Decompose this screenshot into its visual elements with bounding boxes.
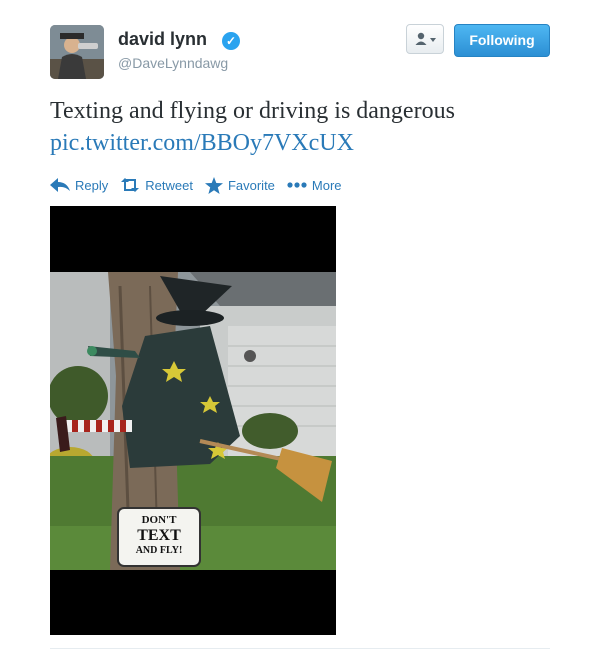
divider [50, 648, 550, 649]
user-handle[interactable]: @DaveLynndawg [118, 55, 228, 71]
reply-label: Reply [75, 177, 109, 193]
reply-icon [50, 178, 70, 192]
sign-line-2: TEXT [137, 527, 181, 544]
sign-line-1: DON'T [141, 514, 177, 526]
reply-button[interactable]: Reply [50, 178, 108, 193]
user-actions-dropdown-button[interactable] [406, 24, 444, 54]
retweet-label: Retweet [145, 177, 193, 193]
retweet-button[interactable]: Retweet [120, 178, 193, 193]
tweet-media-link[interactable]: pic.twitter.com/BBOy7VXcUX [50, 127, 570, 159]
witch-tree-photo [50, 206, 336, 635]
sign-line-3: AND FLY! [135, 545, 183, 556]
tweet-photo[interactable]: DON'T TEXT AND FLY! [50, 206, 336, 635]
more-label: More [311, 177, 342, 193]
ellipsis-icon [287, 182, 307, 188]
user-dropdown-icon [415, 32, 436, 45]
photo-sign: DON'T TEXT AND FLY! [118, 514, 200, 557]
tweet-actions: Reply Retweet Favorite More [50, 176, 354, 194]
verified-badge-icon: ✓ [222, 32, 240, 50]
avatar-image [50, 25, 104, 79]
user-name[interactable]: david lynn [118, 29, 207, 50]
star-icon [204, 176, 223, 194]
avatar[interactable] [50, 25, 104, 79]
following-button[interactable]: Following [454, 24, 550, 57]
favorite-button[interactable]: Favorite [204, 176, 275, 194]
more-button[interactable]: More [287, 178, 342, 193]
favorite-label: Favorite [227, 177, 275, 193]
retweet-icon [121, 178, 140, 192]
tweet-text: Texting and flying or driving is dangero… [50, 95, 570, 159]
tweet-body: Texting and flying or driving is dangero… [50, 98, 455, 124]
